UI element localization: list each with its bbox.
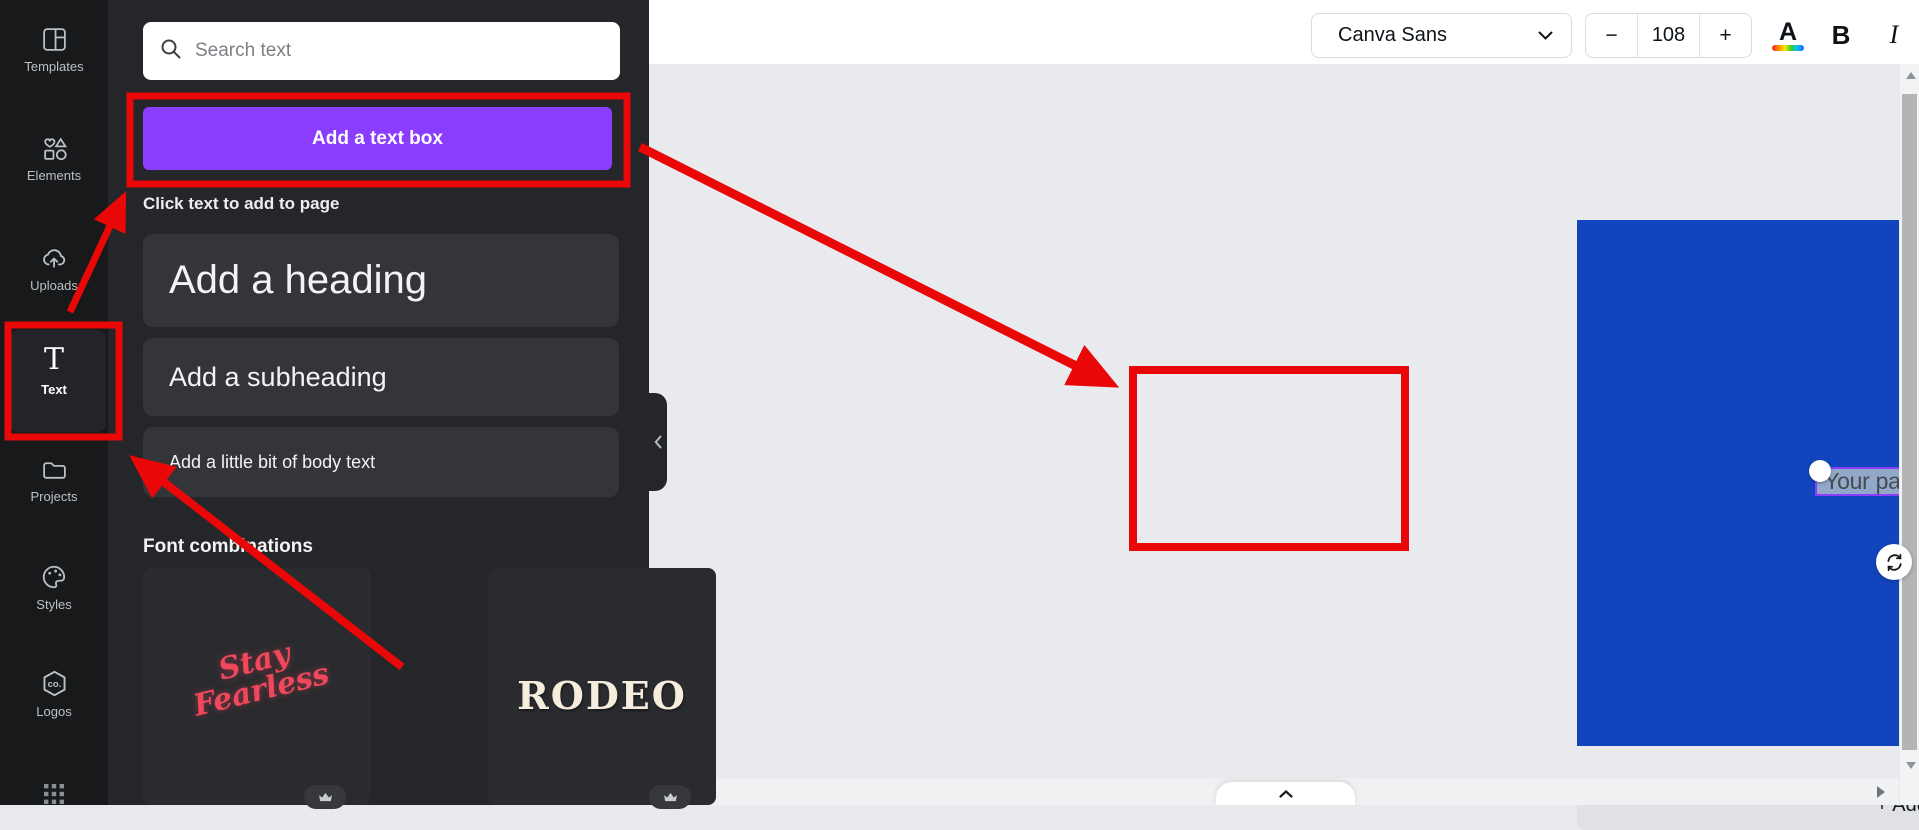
panel-hint-label: Click text to add to page (143, 194, 340, 213)
font-family-value: Canva Sans (1338, 24, 1447, 46)
svg-text:co.: co. (47, 679, 61, 690)
templates-icon (0, 26, 108, 53)
add-heading-label: Add a heading (169, 258, 428, 302)
combo-script-art: Stay Fearless (189, 636, 333, 724)
vertical-scrollbar-thumb[interactable] (1902, 94, 1917, 750)
sidebar-item-label: Elements (26, 168, 82, 183)
sidebar-item-uploads[interactable]: Uploads (0, 244, 108, 293)
font-size-decrease-button[interactable]: − (1586, 14, 1638, 57)
font-family-select[interactable]: Canva Sans (1311, 13, 1572, 58)
font-combo-stay-fearless[interactable]: Stay Fearless (143, 568, 371, 809)
italic-button[interactable]: I (1873, 14, 1915, 56)
crown-icon (318, 792, 332, 801)
folder-icon (0, 456, 108, 483)
search-box[interactable] (143, 22, 620, 80)
search-input[interactable] (195, 40, 595, 62)
add-body-text-label: Add a little bit of body text (169, 451, 376, 472)
rotate-icon (1886, 553, 1902, 571)
chevron-down-icon (1538, 31, 1553, 40)
search-icon (159, 37, 183, 66)
vertical-scrollbar[interactable] (1899, 64, 1919, 805)
scroll-up-arrow[interactable] (1906, 72, 1916, 79)
rotate-handle[interactable] (1876, 544, 1912, 580)
sidebar-item-label: Logos (36, 704, 72, 719)
add-body-text-card[interactable]: Add a little bit of body text (143, 427, 619, 497)
elements-icon (0, 135, 108, 162)
pro-badge (649, 785, 691, 809)
chevron-up-icon (1278, 789, 1293, 798)
text-icon: T (43, 342, 64, 377)
sidebar-item-templates[interactable]: Templates (0, 26, 108, 74)
logos-hexagon-icon: co. (0, 669, 108, 698)
sidebar-item-label: Styles (36, 597, 72, 612)
font-size-value[interactable]: 108 (1638, 14, 1699, 57)
crown-icon (663, 792, 677, 801)
sidebar-item-label: Projects (30, 489, 78, 504)
text-color-letter: A (1778, 17, 1798, 46)
apps-grid-icon (0, 781, 108, 807)
text-color-button[interactable]: A (1766, 14, 1810, 56)
font-size-stepper: − 108 + (1585, 13, 1752, 58)
palette-icon (0, 563, 108, 591)
resize-handle-corner[interactable] (1809, 460, 1831, 482)
horizontal-scrollbar[interactable] (649, 778, 1899, 805)
combo-rodeo-art: RODEO (517, 673, 687, 718)
bold-button[interactable]: B (1820, 14, 1862, 56)
sidebar-item-label: Uploads (30, 278, 78, 293)
rainbow-color-bar (1772, 44, 1804, 51)
add-subheading-card[interactable]: Add a subheading (143, 338, 619, 416)
pro-badge (304, 785, 346, 809)
canvas-area: Your paragraph text + Add page (649, 64, 1919, 830)
text-panel: Add a text box Click text to add to page… (108, 0, 716, 809)
sidebar-item-label: Templates (24, 59, 84, 74)
scroll-down-arrow[interactable] (1906, 762, 1916, 769)
font-combinations-title: Font combinations (143, 536, 313, 557)
upload-cloud-icon (0, 244, 108, 272)
sidebar-item-elements[interactable]: Elements (0, 135, 108, 183)
sidebar-item-styles[interactable]: Styles (0, 563, 108, 612)
left-nav-sidebar: Templates Elements Uploads T Text Projec… (0, 0, 108, 805)
panel-collapse-tab[interactable] (648, 393, 667, 491)
bottom-panel-expand-tab[interactable] (1216, 782, 1355, 805)
add-subheading-label: Add a subheading (169, 361, 387, 392)
chevron-left-icon (653, 435, 661, 449)
scroll-right-arrow[interactable] (1877, 786, 1885, 798)
add-text-box-button[interactable]: Add a text box (143, 107, 612, 170)
editor-toolbar: Canva Sans − 108 + A B I (649, 0, 1919, 64)
sidebar-item-apps[interactable] (0, 781, 108, 807)
sidebar-item-label: Text (41, 382, 67, 397)
font-combo-rodeo[interactable]: RODEO (488, 568, 716, 809)
font-size-increase-button[interactable]: + (1699, 14, 1751, 57)
add-heading-card[interactable]: Add a heading (143, 234, 619, 327)
sidebar-item-projects[interactable]: Projects (0, 456, 108, 504)
sidebar-item-logos[interactable]: co. Logos (0, 669, 108, 719)
sidebar-item-text[interactable]: T Text (0, 342, 108, 398)
